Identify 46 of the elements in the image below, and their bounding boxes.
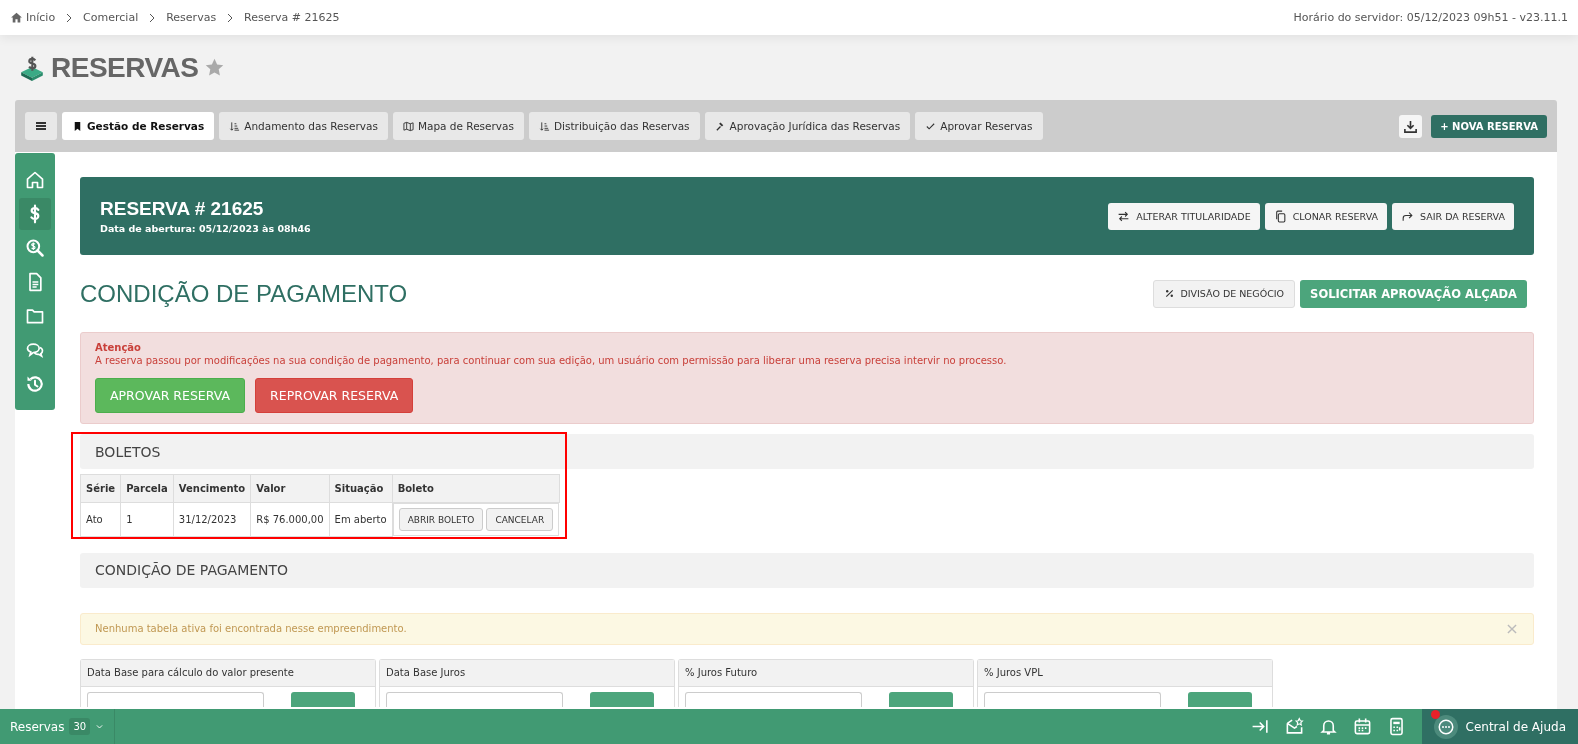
section-heading: BOLETOS	[95, 443, 161, 460]
help-center-button[interactable]: Central de Ajuda	[1421, 709, 1578, 744]
table-cell: Ato	[80, 502, 121, 536]
table-action-button[interactable]: ABRIR BOLETO	[398, 508, 484, 531]
card-label: % Juros Futuro	[685, 667, 758, 678]
section-heading: CONDIÇÃO DE PAGAMENTO	[95, 562, 289, 578]
tab[interactable]: Mapa de Reservas	[392, 112, 524, 140]
table-cell: Em aberto	[329, 502, 393, 536]
section-title: CONDIÇÃO DE PAGAMENTO	[80, 279, 408, 308]
table-cell: 1	[120, 502, 174, 536]
breadcrumb-link[interactable]: Reserva # 21625	[244, 11, 340, 24]
tab[interactable]: Distribuição das Reservas	[528, 112, 700, 140]
table-action-button[interactable]: CANCELAR	[486, 508, 554, 531]
reservation-title: RESERVA # 21625	[100, 198, 265, 220]
page-title: RESERVAS	[51, 51, 199, 84]
column-header: Boleto	[392, 474, 560, 503]
business-split-button[interactable]: DIVISÃO DE NEGÓCIO	[1153, 279, 1296, 308]
tab[interactable]: Aprovação Jurídica das Reservas	[704, 112, 911, 140]
column-header: Situação	[329, 474, 393, 503]
header-action-button[interactable]: SAIR DA RESERVA	[1392, 202, 1514, 230]
card-label: Data Base Juros	[386, 667, 466, 678]
breadcrumb-link[interactable]: Início	[10, 11, 56, 24]
tab[interactable]: Gestão de Reservas	[62, 112, 215, 140]
breadcrumb-link[interactable]: Reservas	[166, 11, 217, 24]
table-cell: R$ 76.000,00	[250, 502, 330, 536]
count-badge: 30	[69, 718, 91, 735]
card-label: % Juros VPL	[984, 667, 1043, 678]
new-reservation-button[interactable]: + NOVA RESERVA	[1431, 114, 1547, 138]
alert-title: Atenção	[95, 342, 142, 353]
server-time: Horário do servidor: 05/12/2023 09h51 - v23.11.1	[1293, 11, 1568, 24]
tab[interactable]: Andamento das Reservas	[219, 112, 388, 140]
breadcrumb-link[interactable]: Comercial	[83, 11, 139, 24]
header-action-button[interactable]: ALTERAR TITULARIDADE	[1108, 202, 1260, 230]
tab[interactable]: Aprovar Reservas	[915, 112, 1043, 140]
column-header: Série	[80, 474, 121, 503]
opening-date: Data de abertura: 05/12/2023 às 08h46	[100, 223, 311, 234]
bottom-bar-label: Reservas	[10, 719, 65, 734]
header-action-button[interactable]: CLONAR RESERVA	[1264, 202, 1388, 230]
reject-button[interactable]: REPROVAR RESERVA	[255, 378, 414, 413]
card-label: Data Base para cálculo do valor presente	[87, 667, 294, 678]
column-header: Valor	[250, 474, 330, 503]
alert-message: A reserva passou por modificações na sua condição de pagamento, para continuar com sua edição, um usuário com permissão para liberar uma reserva precisa intervir no processo.	[95, 355, 1008, 366]
column-header: Vencimento	[173, 474, 251, 503]
table-cell: 31/12/2023	[173, 502, 251, 536]
column-header: Parcela	[120, 474, 174, 503]
warning-message: Nenhuma tabela ativa foi encontrada nesse empreendimento.	[95, 623, 407, 634]
